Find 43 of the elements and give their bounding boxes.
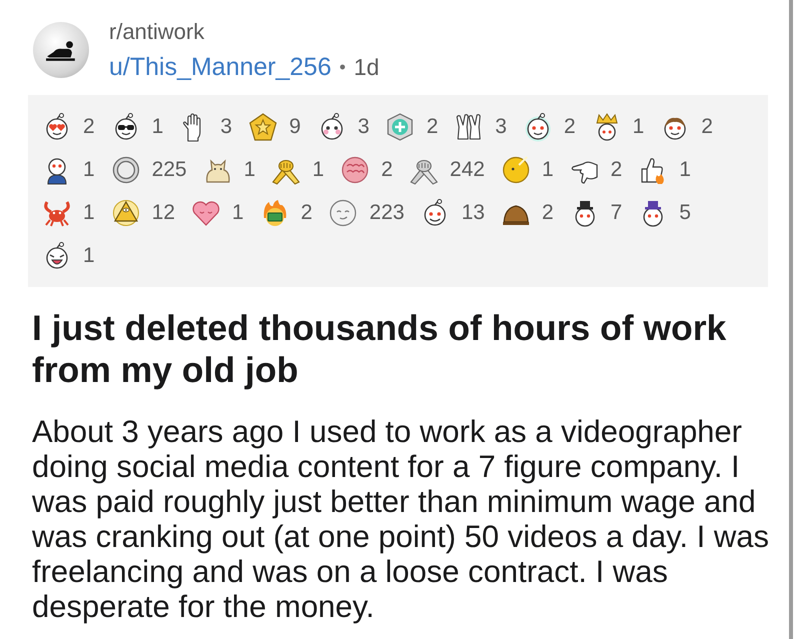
pyramid-icon xyxy=(110,198,141,228)
subreddit-link[interactable]: r/antiwork xyxy=(109,18,380,46)
award-count: 1 xyxy=(542,158,554,182)
award-count: 2 xyxy=(542,200,554,224)
brain-icon xyxy=(340,154,370,184)
award-count: 13 xyxy=(461,200,485,224)
award-count: 2 xyxy=(83,114,95,138)
award-count: 1 xyxy=(632,114,644,138)
award-count: 3 xyxy=(495,114,507,138)
award-count: 1 xyxy=(679,158,691,182)
award-count: 12 xyxy=(152,200,176,224)
award-count: 3 xyxy=(220,114,232,138)
award-count: 5 xyxy=(679,200,691,224)
award-count: 1 xyxy=(232,200,244,224)
award-count: 2 xyxy=(564,114,576,138)
username-link[interactable]: u/This_Manner_256 xyxy=(109,52,332,82)
award-count: 1 xyxy=(312,158,324,182)
coin-icon xyxy=(110,154,141,184)
coin-icon xyxy=(500,154,531,184)
award-count: 2 xyxy=(610,158,622,182)
award-count: 225 xyxy=(152,158,187,182)
award-count: 2 xyxy=(300,200,312,224)
award-count: 2 xyxy=(701,114,713,138)
star-badge-icon xyxy=(248,112,278,142)
face-icon xyxy=(328,198,358,228)
award-count: 9 xyxy=(289,114,301,138)
separator-dot: • xyxy=(339,56,346,79)
post-body: About 3 years ago I used to work as a videographer doing social media content for a 7 figure company. I was paid roughly just better than minimum wage and was cranking out (at one point) 50 videos a day. I was freelancing and was on a loose contract. I was desperate for the money. xyxy=(32,414,770,624)
award-count: 2 xyxy=(381,158,393,182)
award-count: 3 xyxy=(358,114,370,138)
face-icon xyxy=(522,112,553,142)
award-count: 2 xyxy=(426,114,438,138)
award-count: 242 xyxy=(450,158,485,182)
award-count: 223 xyxy=(369,200,404,224)
post-age: 1d xyxy=(354,53,380,82)
award-count: 1 xyxy=(83,244,95,268)
award-count: 1 xyxy=(244,158,256,182)
plus-badge-icon xyxy=(385,112,416,142)
award-count: 1 xyxy=(152,114,164,138)
award-count: 1 xyxy=(83,158,95,182)
award-count: 1 xyxy=(83,200,95,224)
award-count: 7 xyxy=(610,200,622,224)
post-title: I just deleted thousands of hours of work from my old job xyxy=(32,307,728,391)
